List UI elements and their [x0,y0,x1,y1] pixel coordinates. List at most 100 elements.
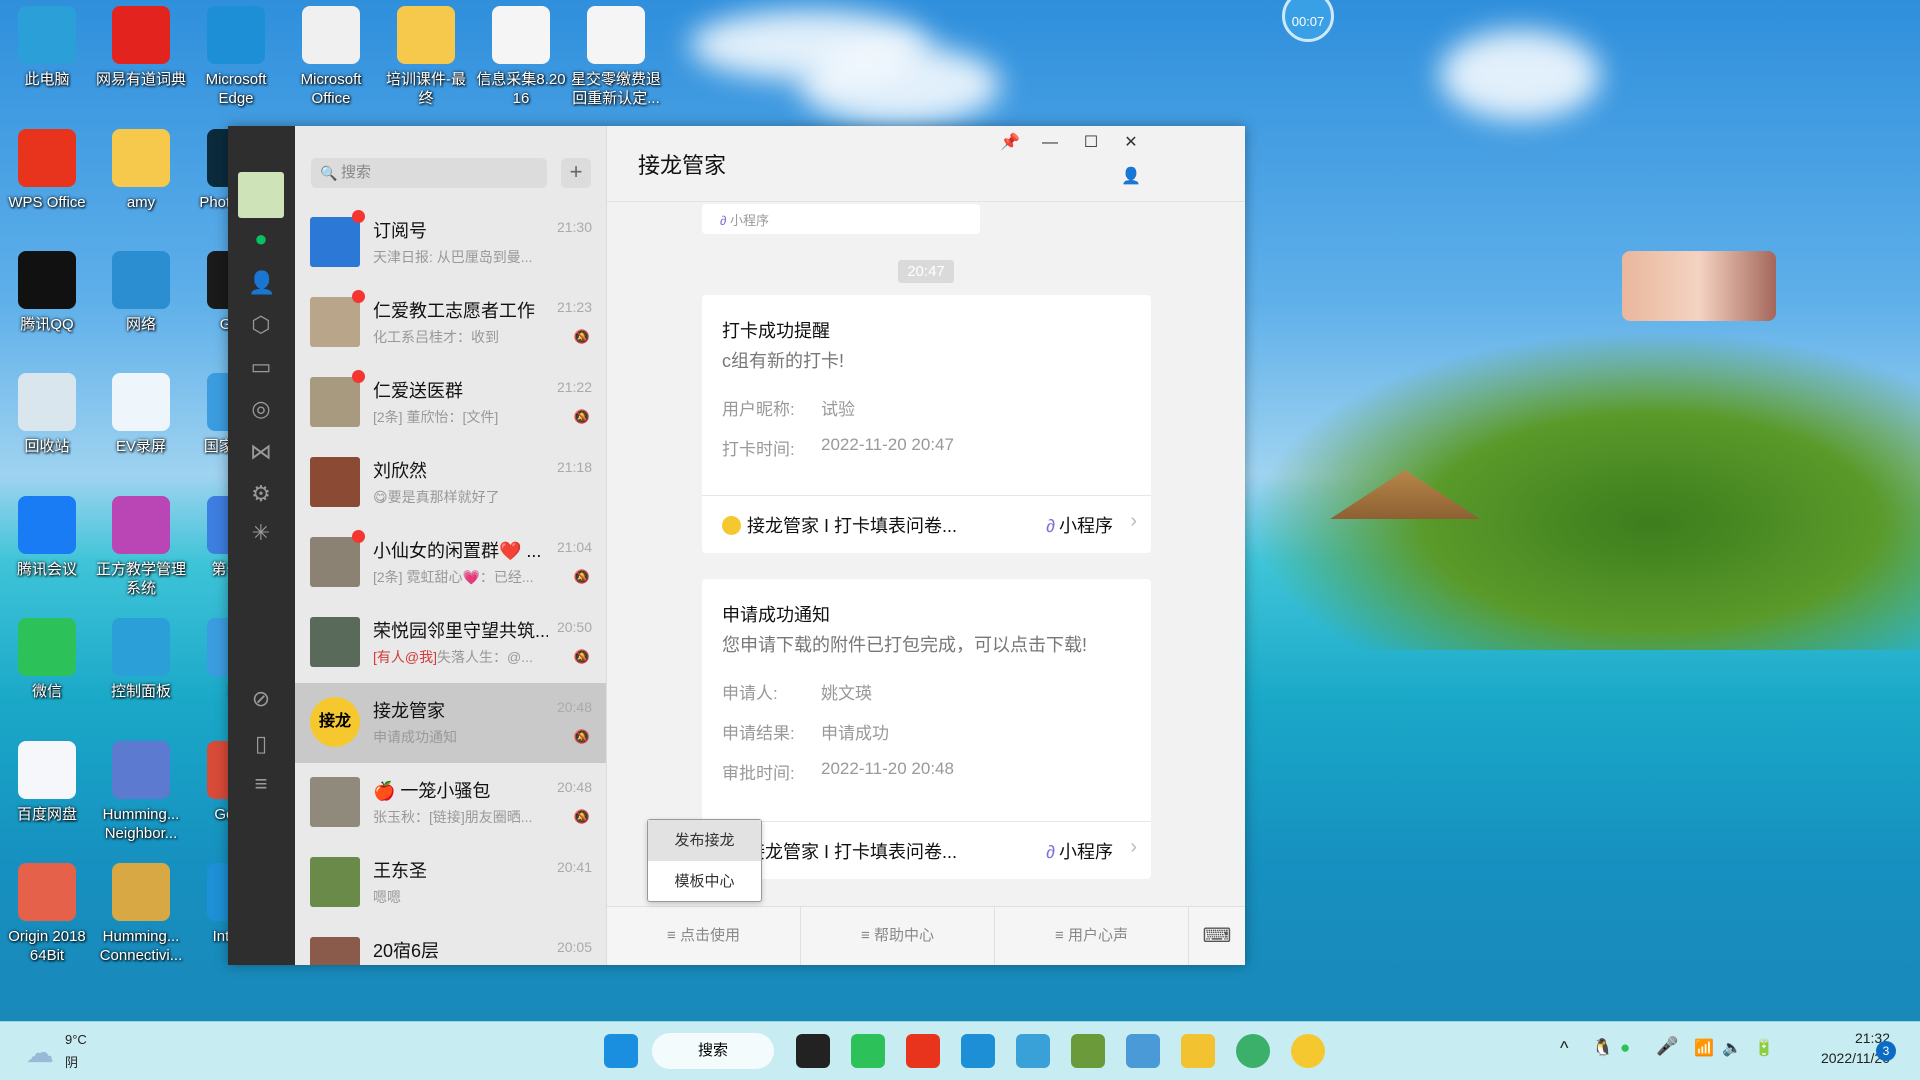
preview-text: 化工系吕桂才：收到 [373,329,499,345]
moments-icon[interactable]: ◎ [248,396,274,422]
desktop-icon[interactable]: Microsoft Office [284,6,378,108]
cloud [1440,30,1600,120]
desktop-icon[interactable]: amy [94,129,188,212]
desktop-icon[interactable]: 网易有道词典 [94,6,188,89]
wechat-mini-taskbar-icon[interactable] [1236,1034,1270,1068]
conversation-item[interactable]: 仁爱送医群 21:22 [2条] 董欣怡：[文件] 🔕 [295,363,606,443]
desktop-icon-label: Microsoft Edge [205,71,267,107]
files-icon[interactable]: ▭ [248,354,274,380]
qq-tray-icon[interactable]: 🐧 [1592,1038,1613,1058]
menu-feedback[interactable]: ≡ 用户心声 [995,907,1189,965]
desktop-icon[interactable]: Humming... Connectivi... [94,863,188,965]
conversation-item[interactable]: 仁爱教工志愿者工作 21:23 化工系吕桂才：收到 🔕 [295,283,606,363]
notification-badge[interactable]: 3 [1876,1041,1896,1061]
wifi-icon[interactable]: 📶 [1694,1038,1714,1058]
field-label: 打卡时间: [722,440,795,459]
conversation-item[interactable]: 订阅号 21:30 天津日报: 从巴厘岛到曼... [295,203,606,283]
desktop-icon[interactable]: Humming... Neighbor... [94,741,188,843]
previous-card[interactable]: ∂ 小程序 [702,204,980,234]
maximize-button[interactable]: ☐ [1071,128,1111,158]
chat-icon[interactable]: ● [248,226,274,252]
floating-image-widget[interactable] [1622,251,1776,321]
desktop-icon[interactable]: 腾讯会议 [0,496,94,579]
close-button[interactable]: ✕ [1111,128,1151,158]
menu-icon[interactable]: ≡ [248,771,274,797]
menu-label: 点击使用 [679,927,740,944]
conversation-time: 20:41 [556,859,592,875]
keyboard-icon[interactable]: ⌨ [1189,907,1245,965]
menu-help[interactable]: ≡ 帮助中心 [801,907,995,965]
conversation-item[interactable]: 刘欣然 21:18 😋要是真那样就好了 [295,443,606,523]
winrar-taskbar-icon[interactable] [1071,1034,1105,1068]
desktop-icon[interactable]: 网络 [94,251,188,334]
desktop-icon[interactable]: 星交零缴费退回重新认定... [569,6,663,108]
file-explorer-taskbar-icon[interactable] [1181,1034,1215,1068]
user-avatar[interactable] [238,172,284,218]
desktop-icon[interactable]: 信息采集8.20 16 [474,6,568,108]
menu-use[interactable]: ≡ 点击使用 [607,907,801,965]
desktop-icon[interactable]: 培训课件-最终 [379,6,473,108]
conversation-time: 21:23 [556,299,592,315]
desktop-icon[interactable]: WPS Office [0,129,94,212]
desktop-icon-label: Microsoft Office [300,71,362,107]
conversation-item[interactable]: 20宿6层 20:05 [295,923,606,965]
weather-desc[interactable]: 阴 [65,1052,78,1071]
conversation-item[interactable]: 荣悦园邻里守望共筑... 20:50 [有人@我]失落人生：@... 🔕 [295,603,606,683]
clock-date[interactable]: 2022/11/20 [1790,1050,1890,1066]
desktop-icon[interactable]: EV录屏 [94,373,188,456]
menu-item-templates[interactable]: 模板中心 [648,861,761,902]
desktop-icon[interactable]: 控制面板 [94,618,188,701]
search-discover-icon[interactable]: ✳ [248,520,274,546]
wechat-taskbar-icon[interactable] [851,1034,885,1068]
edge-taskbar-icon[interactable] [961,1034,995,1068]
conversation-preview: 申请成功通知 [373,727,548,747]
conversation-item[interactable]: 小仙女的闲置群❤️ ... 21:04 [2条] 霓虹甜心💗：已经... 🔕 [295,523,606,603]
task-view-taskbar-icon[interactable] [796,1034,830,1068]
cloud-weather-icon[interactable]: ☁ [26,1036,54,1069]
volume-icon[interactable]: 🔈 [1722,1038,1742,1058]
channels-icon[interactable]: ⋈ [248,439,274,465]
conversation-item[interactable]: 接龙 接龙管家 20:48 申请成功通知 🔕 [295,683,606,763]
desktop-icon[interactable]: 回收站 [0,373,94,456]
desktop-icon[interactable]: 百度网盘 [0,741,94,824]
conversation-item[interactable]: 王东圣 20:41 嗯嗯 [295,843,606,923]
notepad-taskbar-icon[interactable] [1016,1034,1050,1068]
preview-text: 天津日报: 从巴厘岛到曼... [373,249,533,265]
microphone-icon[interactable]: 🎤 [1656,1036,1678,1057]
photos-taskbar-icon[interactable] [1126,1034,1160,1068]
desktop-icon[interactable]: 微信 [0,618,94,701]
apply-card[interactable]: 申请成功通知 您申请下载的附件已打包完成，可以点击下载! 申请人: 姚文瑛 申请结果: 申… [702,579,1151,879]
favorites-icon[interactable]: ⬡ [248,312,274,338]
desktop-icon[interactable]: 腾讯QQ [0,251,94,334]
wps-taskbar-icon[interactable] [906,1034,940,1068]
weather-temp[interactable]: 9°C [65,1032,87,1047]
search-taskbar-icon[interactable]: 搜索 [652,1033,774,1069]
mini-program-link[interactable]: 接龙管家 I 打卡填表问卷... ∂ 小程序 › [702,495,1151,553]
screen-record-timer[interactable]: 00:07 [1282,0,1334,42]
minimize-button[interactable]: — [1030,128,1070,158]
phone-icon[interactable]: ▯ [248,731,274,757]
desktop-icon[interactable]: Microsoft Edge [189,6,283,108]
conversation-preview: [有人@我]失落人生：@... [373,647,548,667]
jielong-taskbar-icon[interactable] [1291,1034,1325,1068]
menu-item-publish[interactable]: 发布接龙 [648,820,761,861]
search-input[interactable]: 🔍 搜索 [311,158,547,188]
desktop-icon[interactable]: 此电脑 [0,6,94,89]
add-button[interactable]: + [561,158,591,188]
mini-programs-icon[interactable]: ⚙ [248,481,274,507]
wechat-tray-icon[interactable]: ● [1620,1038,1630,1058]
pin-icon[interactable]: 📌 [990,128,1030,158]
chevron-up-icon[interactable]: ^ [1560,1038,1568,1059]
desktop-icon[interactable]: 正方教学管理系统 [94,496,188,598]
desktop-icon[interactable]: Origin 2018 64Bit [0,863,94,965]
start-taskbar-icon[interactable] [604,1034,638,1068]
battery-icon[interactable]: 🔋 [1754,1038,1774,1058]
mini-program-link[interactable]: 接龙管家 I 打卡填表问卷... ∂ 小程序 › [702,821,1151,879]
conversation-item[interactable]: 🍎 一笼小骚包 20:48 张玉秋：[链接]朋友圈晒... 🔕 [295,763,606,843]
contacts-icon[interactable]: 👤 [248,270,275,296]
desktop-icon-label: 培训课件-最终 [386,71,466,107]
desktop-icon-label: Humming... Neighbor... [102,806,180,842]
link-icon[interactable]: ⊘ [248,686,274,712]
profile-icon[interactable]: 👤 [1111,162,1151,192]
checkin-card[interactable]: 打卡成功提醒 c组有新的打卡! 用户昵称: 试验 打卡时间: 2022-11-20 20:… [702,295,1151,553]
